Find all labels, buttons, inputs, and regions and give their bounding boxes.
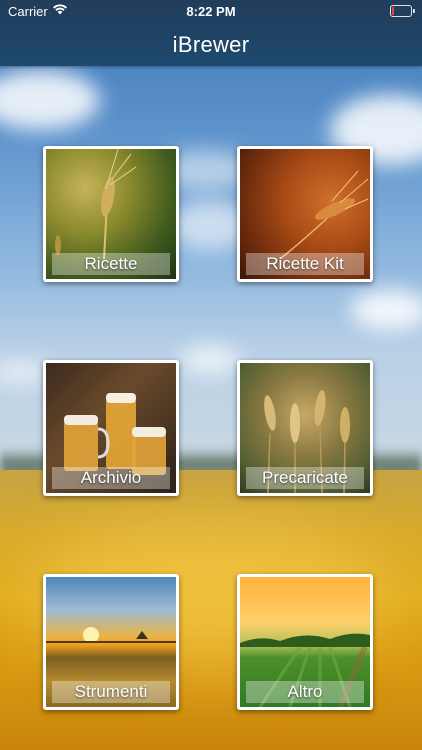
cloud [180,345,240,375]
cloud [350,290,422,330]
tile-label: Archivio [52,467,170,489]
app-title: iBrewer [172,32,250,57]
tile-label: Ricette [52,253,170,275]
clock: 8:22 PM [186,4,236,19]
battery-level [392,7,394,15]
tile-label: Ricette Kit [246,253,364,275]
strumenti-tile[interactable]: Strumenti [43,574,179,710]
tile-label: Precaricate [246,467,364,489]
ricette-tile[interactable]: Ricette [43,146,179,282]
altro-tile[interactable]: Altro [237,574,373,710]
tile-label: Altro [246,681,364,703]
tile-label: Strumenti [52,681,170,703]
archivio-tile[interactable]: Archivio [43,360,179,496]
ricette-kit-tile[interactable]: Ricette Kit [237,146,373,282]
status-bar: Carrier 8:22 PM [0,0,422,22]
precaricate-tile[interactable]: Precaricate [237,360,373,496]
battery-icon [390,5,415,17]
